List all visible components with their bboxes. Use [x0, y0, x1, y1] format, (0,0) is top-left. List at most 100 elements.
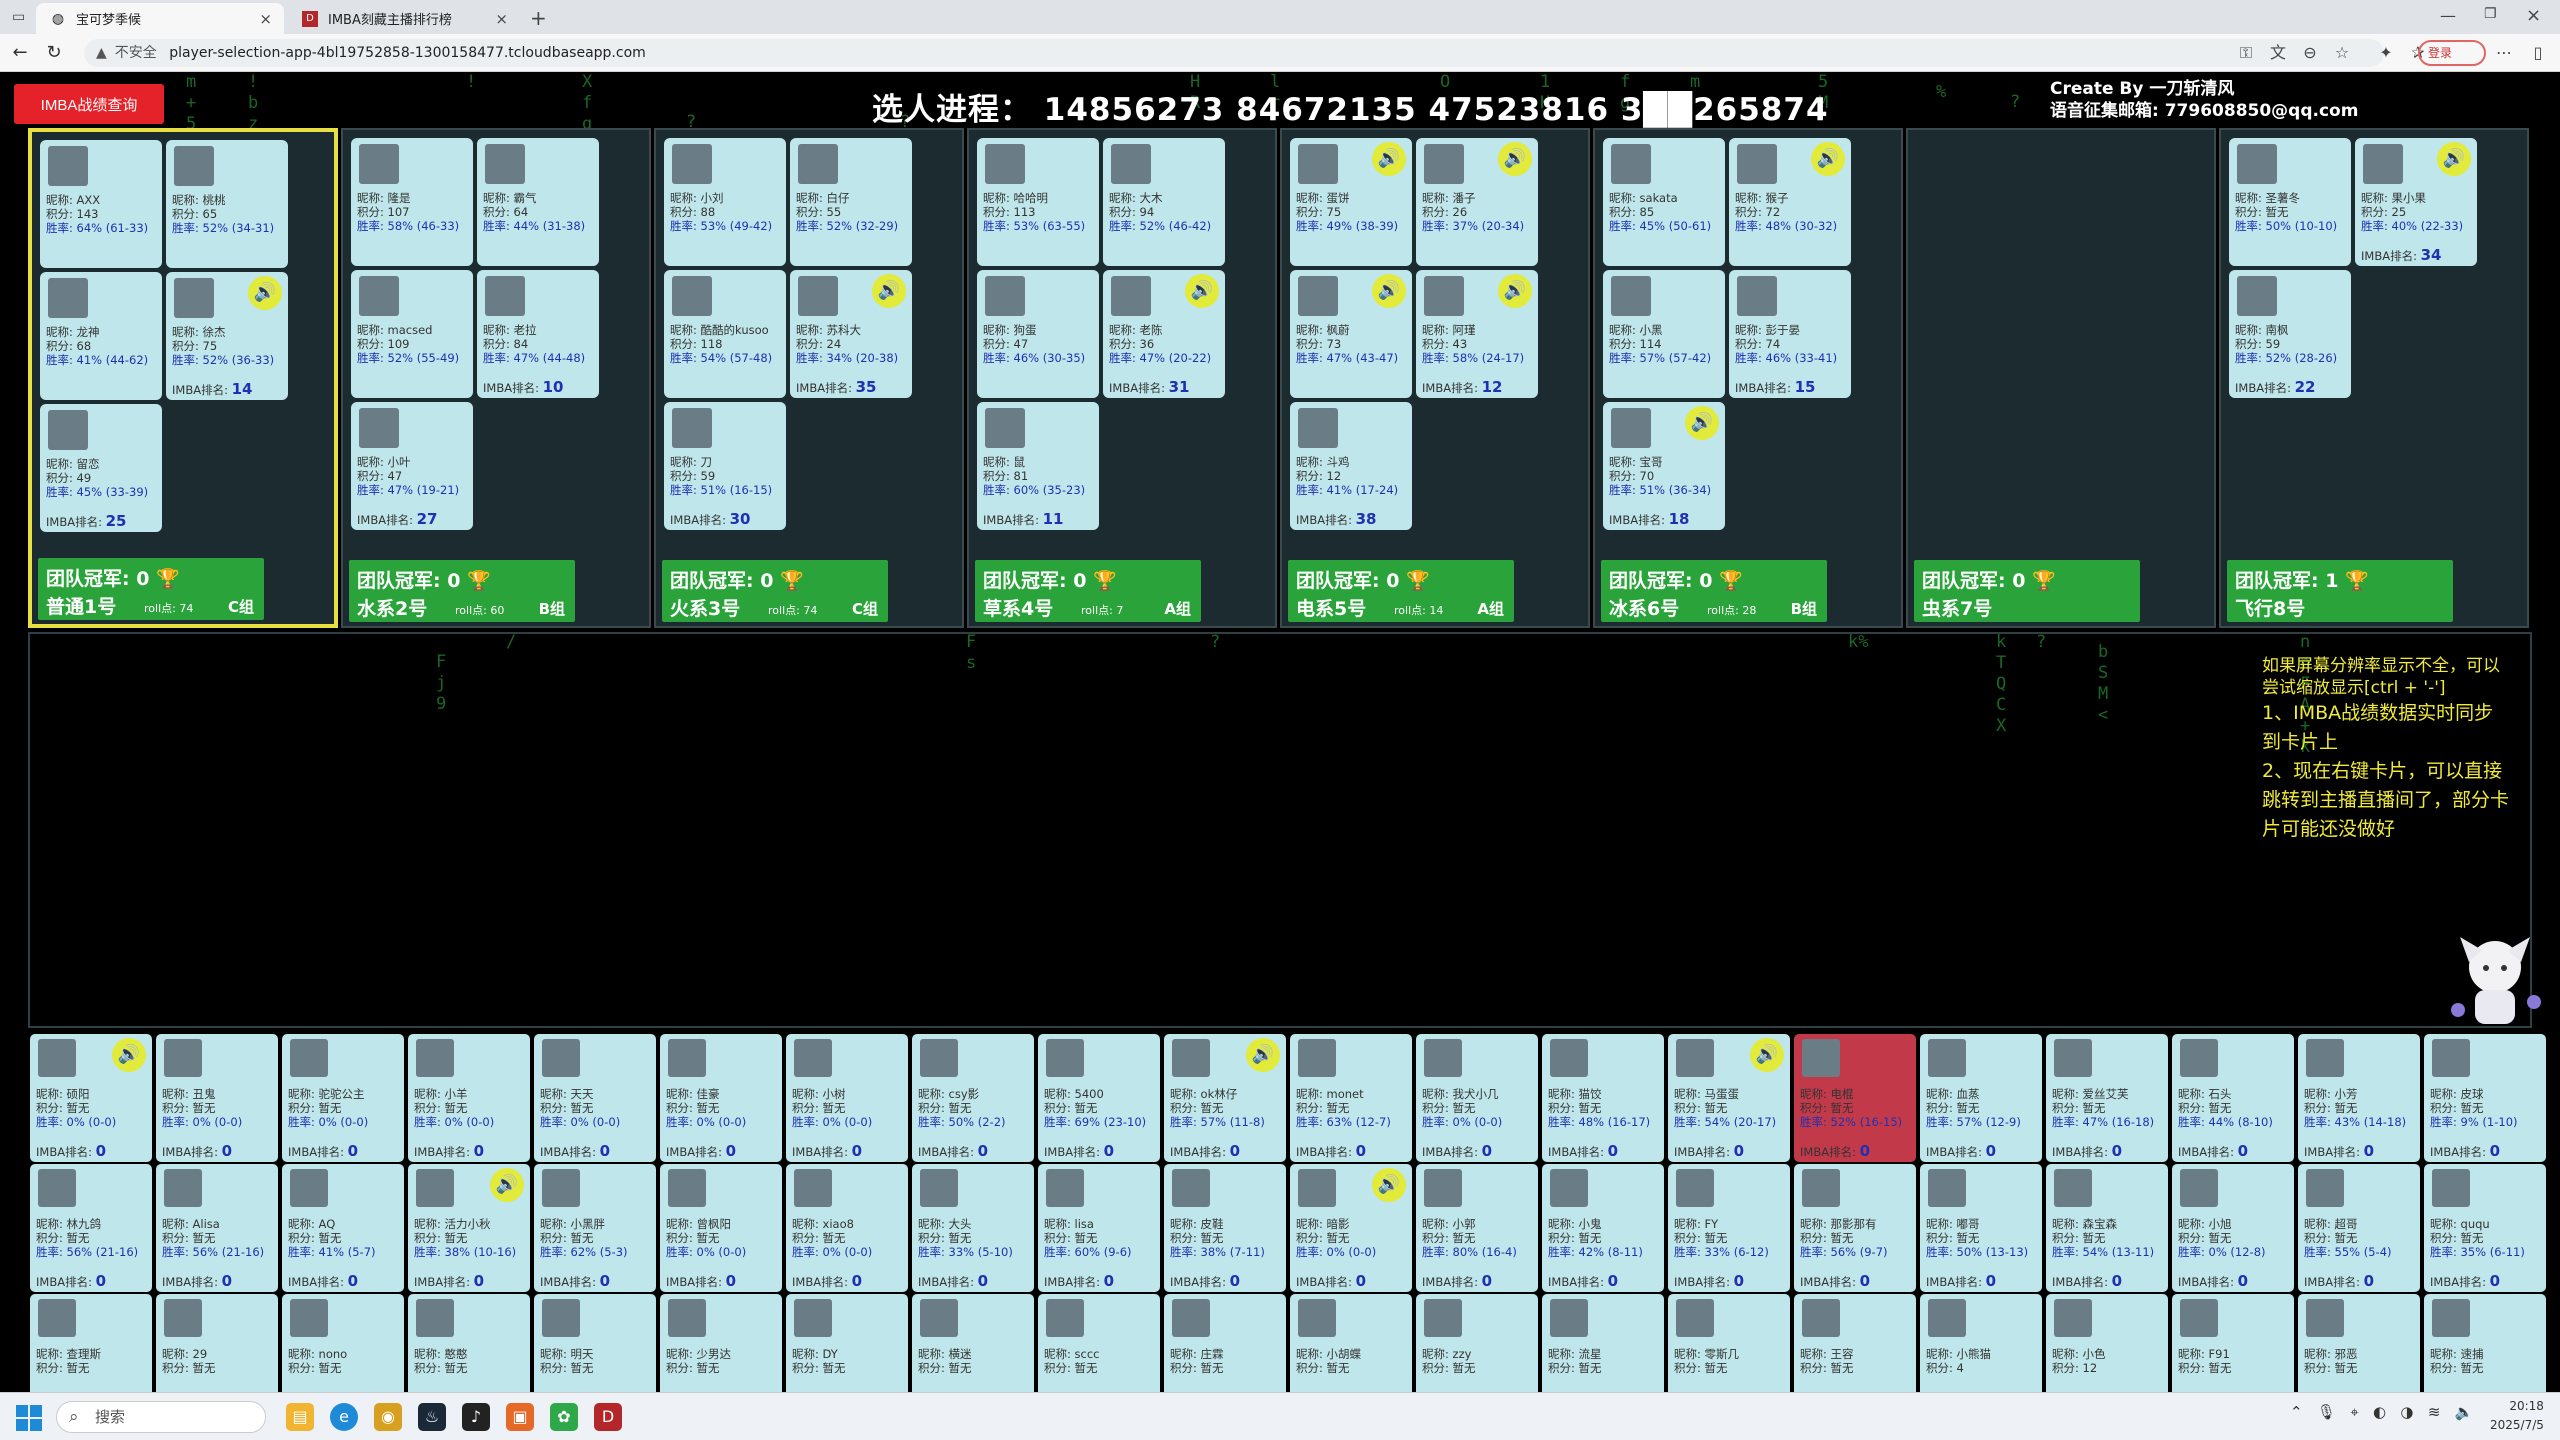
- network-icon[interactable]: ⌖: [2350, 1403, 2358, 1421]
- player-card[interactable]: 昵称: 29 积分: 暂无: [156, 1294, 278, 1392]
- speaker-icon[interactable]: 🔊: [1185, 274, 1219, 308]
- windows-start-icon[interactable]: [16, 1405, 42, 1431]
- player-card[interactable]: 昵称: 电棍 积分: 暂无 胜率: 52% (16-15) IMBA排名: 0: [1794, 1034, 1916, 1162]
- player-card[interactable]: 昵称: 斗鸡 积分: 12 胜率: 41% (17-24) IMBA排名: 38: [1290, 402, 1412, 530]
- player-card[interactable]: 昵称: 森宝森 积分: 暂无 胜率: 54% (13-11) IMBA排名: 0: [2046, 1164, 2168, 1292]
- player-card[interactable]: 昵称: 憨憨 积分: 暂无: [408, 1294, 530, 1392]
- new-tab-icon[interactable]: +: [530, 6, 547, 30]
- player-card[interactable]: 昵称: macsed 积分: 109 胜率: 52% (55-49): [351, 270, 473, 398]
- player-card[interactable]: 昵称: sccc 积分: 暂无: [1038, 1294, 1160, 1392]
- speaker-icon[interactable]: 🔊: [1372, 1168, 1406, 1202]
- player-card[interactable]: 昵称: 超哥 积分: 暂无 胜率: 55% (5-4) IMBA排名: 0: [2298, 1164, 2420, 1292]
- player-card[interactable]: 昵称: 龙神 积分: 68 胜率: 41% (44-62): [40, 272, 162, 400]
- player-card[interactable]: 昵称: 小刘 积分: 88 胜率: 53% (49-42): [664, 138, 786, 266]
- player-card[interactable]: 🔊 昵称: 猴子 积分: 72 胜率: 48% (30-32): [1729, 138, 1851, 266]
- player-card[interactable]: 昵称: 刀积分: 59 胜率: 51% (16-15) IMBA排名: 30: [664, 402, 786, 530]
- player-card[interactable]: 昵称: Alisa 积分: 暂无 胜率: 56% (21-16) IMBA排名: 0: [156, 1164, 278, 1292]
- player-card[interactable]: 🔊 昵称: 蛋饼 积分: 75 胜率: 49% (38-39): [1290, 138, 1412, 266]
- key-icon[interactable]: ⚿: [2234, 41, 2258, 65]
- team-panel[interactable]: 昵称: 哈哈明 积分: 113 胜率: 53% (63-55) 昵称: 大木 积分: 9…: [967, 128, 1277, 628]
- player-card[interactable]: 昵称: 圣薯冬 积分: 暂无 胜率: 50% (10-10): [2229, 138, 2351, 266]
- player-card[interactable]: 昵称: AXX 积分: 143 胜率: 64% (61-33): [40, 140, 162, 268]
- player-card[interactable]: 昵称: 小树 积分: 暂无 胜率: 0% (0-0) IMBA排名: 0: [786, 1034, 908, 1162]
- player-card[interactable]: 昵称: 大木 积分: 94 胜率: 52% (46-42): [1103, 138, 1225, 266]
- speaker-icon[interactable]: 🔊: [1498, 142, 1532, 176]
- restore-icon[interactable]: ❐: [2484, 6, 2497, 22]
- player-card[interactable]: 🔊 昵称: 枫蔚 积分: 73 胜率: 47% (43-47): [1290, 270, 1412, 398]
- chevron-up-icon[interactable]: ⌃: [2290, 1403, 2303, 1421]
- imba-query-button[interactable]: IMBA战绩查询: [14, 84, 164, 124]
- speaker-icon[interactable]: 🔊: [1750, 1038, 1784, 1072]
- player-card[interactable]: 昵称: 林九鸽 积分: 暂无 胜率: 56% (21-16) IMBA排名: 0: [30, 1164, 152, 1292]
- team-panel[interactable]: 昵称: sakata 积分: 85 胜率: 45% (50-61) 🔊 昵称: 猴子 积分…: [1593, 128, 1903, 628]
- player-card[interactable]: 昵称: 爱丝艾芙 积分: 暂无 胜率: 47% (16-18) IMBA排名: 0: [2046, 1034, 2168, 1162]
- player-card[interactable]: 🔊 昵称: 活力小秋 积分: 暂无 胜率: 38% (10-16) IMBA排名: 0: [408, 1164, 530, 1292]
- team-panel[interactable]: 昵称: 圣薯冬 积分: 暂无 胜率: 50% (10-10) 🔊 昵称: 果小果 积分: …: [2219, 128, 2529, 628]
- player-card[interactable]: 昵称: 小旭 积分: 暂无 胜率: 0% (12-8) IMBA排名: 0: [2172, 1164, 2294, 1292]
- zoom-icon[interactable]: ⊖: [2298, 41, 2322, 65]
- back-icon[interactable]: ←: [8, 41, 32, 65]
- player-card[interactable]: 昵称: 血蒸 积分: 暂无 胜率: 57% (12-9) IMBA排名: 0: [1920, 1034, 2042, 1162]
- player-card[interactable]: 昵称: 丑鬼 积分: 暂无 胜率: 0% (0-0) IMBA排名: 0: [156, 1034, 278, 1162]
- player-card[interactable]: 昵称: 小胡蝶 积分: 暂无: [1290, 1294, 1412, 1392]
- player-card[interactable]: 昵称: sakata 积分: 85 胜率: 45% (50-61): [1603, 138, 1725, 266]
- player-card[interactable]: 昵称: 小羊 积分: 暂无 胜率: 0% (0-0) IMBA排名: 0: [408, 1034, 530, 1162]
- speaker-icon[interactable]: 🔊: [1372, 142, 1406, 176]
- app-green-icon[interactable]: ✿: [550, 1403, 578, 1431]
- speaker-icon[interactable]: 🔊: [1246, 1038, 1280, 1072]
- team-panel[interactable]: 昵称: 小刘 积分: 88 胜率: 53% (49-42) 昵称: 白仔 积分: 55 胜…: [654, 128, 964, 628]
- player-card[interactable]: 🔊 昵称: 果小果 积分: 25 胜率: 40% (22-33) IMBA排名: 34: [2355, 138, 2477, 266]
- steam-icon[interactable]: ♨: [418, 1403, 446, 1431]
- tab-active[interactable]: ◍ 宝可梦季候 ×: [36, 3, 284, 34]
- player-card[interactable]: 昵称: 流星 积分: 暂无: [1542, 1294, 1664, 1392]
- player-card[interactable]: 昵称: 狗蛋 积分: 47 胜率: 46% (30-35): [977, 270, 1099, 398]
- team-panel[interactable]: 昵称: AXX 积分: 143 胜率: 64% (61-33) 昵称: 桃桃 积分: 6…: [28, 128, 338, 628]
- player-card[interactable]: 昵称: 驼驼公主 积分: 暂无 胜率: 0% (0-0) IMBA排名: 0: [282, 1034, 404, 1162]
- player-card[interactable]: 🔊 昵称: ok林仔 积分: 暂无 胜率: 57% (11-8) IMBA排名: 0: [1164, 1034, 1286, 1162]
- player-card[interactable]: 昵称: 老拉 积分: 84 胜率: 47% (44-48) IMBA排名: 10: [477, 270, 599, 398]
- app-owl-icon[interactable]: ◉: [374, 1403, 402, 1431]
- player-card[interactable]: 昵称: F91 积分: 暂无: [2172, 1294, 2294, 1392]
- more-icon[interactable]: ⋯: [2492, 41, 2516, 65]
- player-card[interactable]: 昵称: 小黑 积分: 114 胜率: 57% (57-42): [1603, 270, 1725, 398]
- player-card[interactable]: 昵称: xiao8 积分: 暂无 胜率: 0% (0-0) IMBA排名: 0: [786, 1164, 908, 1292]
- player-card[interactable]: 昵称: 明天 积分: 暂无: [534, 1294, 656, 1392]
- player-card[interactable]: 昵称: 小黑胖 积分: 暂无 胜率: 62% (5-3) IMBA排名: 0: [534, 1164, 656, 1292]
- mic-icon[interactable]: 🎙: [2317, 1403, 2336, 1421]
- player-card[interactable]: 昵称: 天天 积分: 暂无 胜率: 0% (0-0) IMBA排名: 0: [534, 1034, 656, 1162]
- player-card[interactable]: 昵称: 桃桃 积分: 65 胜率: 52% (34-31): [166, 140, 288, 268]
- app-orange-icon[interactable]: ▣: [506, 1403, 534, 1431]
- player-card[interactable]: 昵称: 小郭 积分: 暂无 胜率: 80% (16-4) IMBA排名: 0: [1416, 1164, 1538, 1292]
- player-card[interactable]: 昵称: 彭于晏 积分: 74 胜率: 46% (33-41) IMBA排名: 15: [1729, 270, 1851, 398]
- sidebar-icon[interactable]: ▯: [2526, 41, 2550, 65]
- speaker-icon[interactable]: 🔊: [490, 1168, 524, 1202]
- player-card[interactable]: 🔊 昵称: 硕阳 积分: 暂无 胜率: 0% (0-0) IMBA排名: 0: [30, 1034, 152, 1162]
- player-card[interactable]: 昵称: 佳豪 积分: 暂无 胜率: 0% (0-0) IMBA排名: 0: [660, 1034, 782, 1162]
- player-card[interactable]: 昵称: 哈哈明 积分: 113 胜率: 53% (63-55): [977, 138, 1099, 266]
- team-panel[interactable]: 🔊 昵称: 蛋饼 积分: 75 胜率: 49% (38-39) 🔊 昵称: 潘子 积分: 2…: [1280, 128, 1590, 628]
- speaker-icon[interactable]: 🔊: [872, 274, 906, 308]
- player-card[interactable]: 昵称: csy影 积分: 暂无 胜率: 50% (2-2) IMBA排名: 0: [912, 1034, 1034, 1162]
- close-icon[interactable]: ×: [259, 10, 272, 28]
- url-input[interactable]: ▲ 不安全 player-selection-app-4bl19752858-13…: [84, 39, 2384, 67]
- player-card[interactable]: 昵称: 皮鞋 积分: 暂无 胜率: 38% (7-11) IMBA排名: 0: [1164, 1164, 1286, 1292]
- minimize-icon[interactable]: —: [2440, 6, 2456, 25]
- tab-inactive[interactable]: D IMBA刻藏主播排行榜 ×: [288, 3, 520, 34]
- player-card[interactable]: 昵称: 查理斯 积分: 暂无: [30, 1294, 152, 1392]
- player-card[interactable]: 昵称: 我犬小几 积分: 暂无 胜率: 0% (0-0) IMBA排名: 0: [1416, 1034, 1538, 1162]
- speaker-icon[interactable]: 🔊: [1498, 274, 1532, 308]
- clock[interactable]: 20:18 2025/7/5: [2490, 1397, 2544, 1435]
- player-card[interactable]: 昵称: 速捕 积分: 暂无: [2424, 1294, 2546, 1392]
- file-explorer-icon[interactable]: ▤: [286, 1403, 314, 1431]
- player-card[interactable]: 昵称: 庄霖 积分: 暂无: [1164, 1294, 1286, 1392]
- edge-icon[interactable]: e: [330, 1403, 358, 1431]
- star-icon[interactable]: ☆: [2330, 41, 2354, 65]
- player-card[interactable]: 昵称: 横迷 积分: 暂无: [912, 1294, 1034, 1392]
- player-card[interactable]: 昵称: 酷酷的kusoo 积分: 118 胜率: 54% (57-48): [664, 270, 786, 398]
- dota-icon[interactable]: D: [594, 1403, 622, 1431]
- player-card[interactable]: 昵称: lisa 积分: 暂无 胜率: 60% (9-6) IMBA排名: 0: [1038, 1164, 1160, 1292]
- player-card[interactable]: 昵称: AQ 积分: 暂无 胜率: 41% (5-7) IMBA排名: 0: [282, 1164, 404, 1292]
- player-card[interactable]: 昵称: nono 积分: 暂无: [282, 1294, 404, 1392]
- app-tray-icon[interactable]: ◐: [2373, 1403, 2386, 1421]
- profile-button[interactable]: 登录: [2418, 40, 2486, 66]
